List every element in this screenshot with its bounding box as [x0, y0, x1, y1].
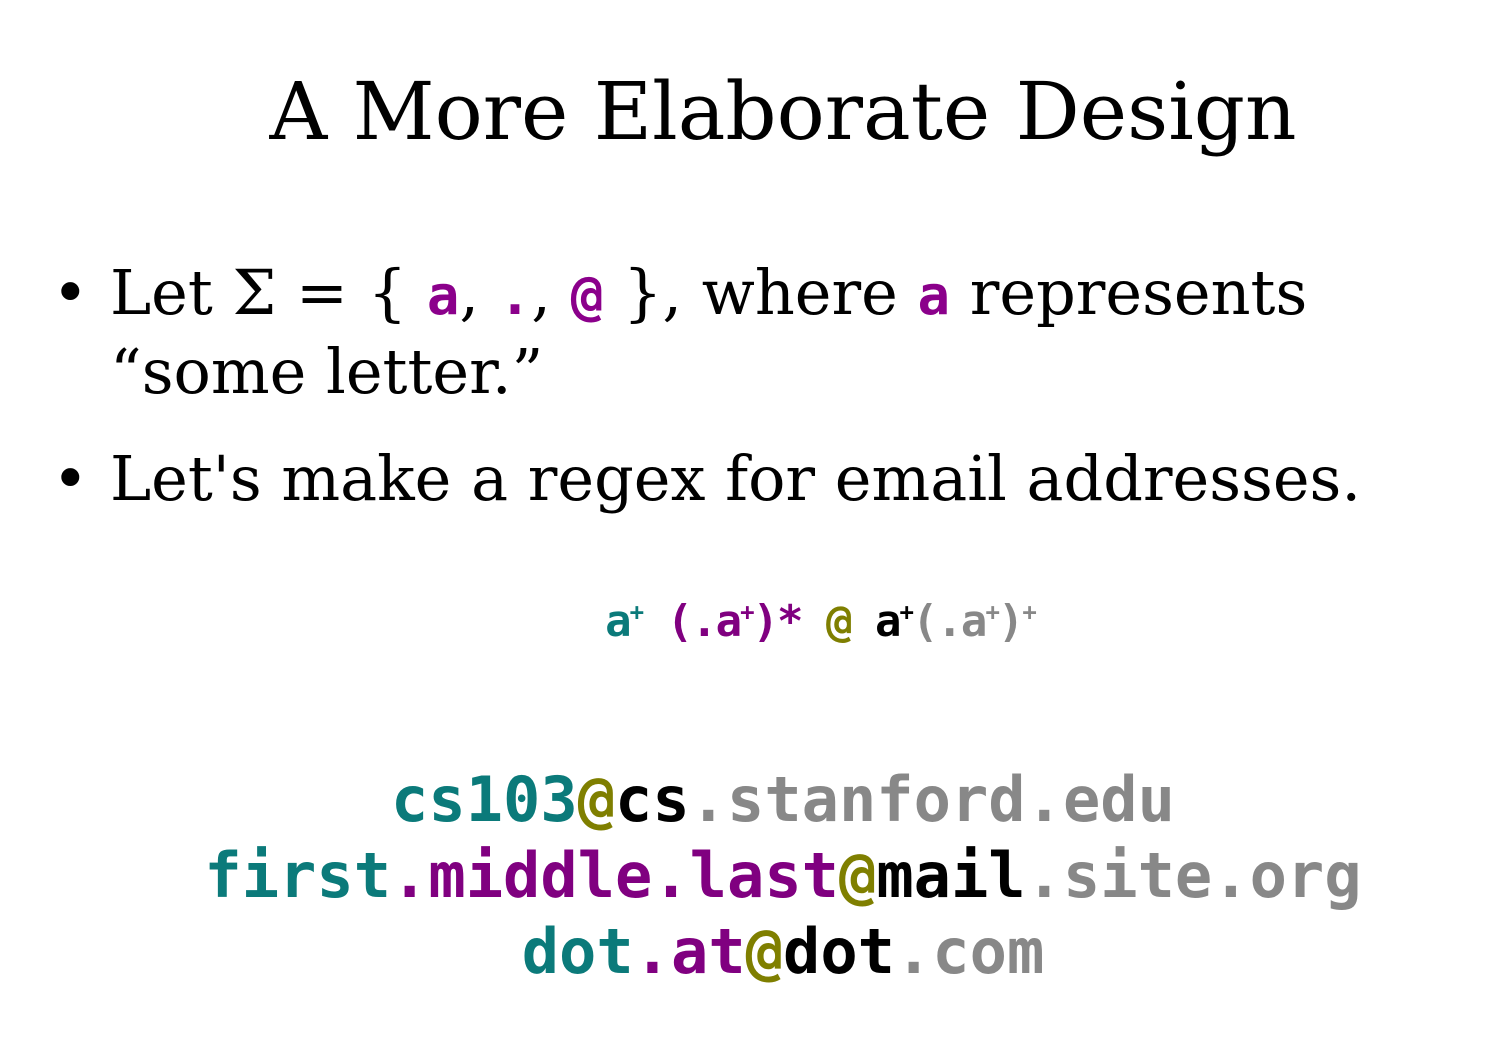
regex-plus: +: [1022, 598, 1037, 626]
email-local-first: dot: [521, 915, 634, 988]
regex-plus: +: [629, 598, 645, 626]
bullet-text: Let's make a regex for email addresses.: [110, 442, 1362, 515]
slide: A More Elaborate Design • Let Σ = { a, .,…: [0, 0, 1500, 1038]
regex-token: a: [605, 596, 631, 647]
regex-token: (.a: [642, 596, 742, 647]
regex-token: ): [997, 596, 1024, 647]
regex-tld: (.a+)+: [911, 596, 1037, 647]
regex-token: )*: [752, 596, 827, 647]
email-local-first: first: [204, 839, 392, 912]
bullet-alphabet: • Let Σ = { a, ., @ }, where a represents…: [52, 255, 1492, 410]
bullet-text-start: Let Σ = {: [110, 256, 427, 329]
email-at: @: [838, 839, 877, 912]
email-tld: .site.org: [1025, 839, 1362, 912]
email-examples: cs103@cs.stanford.edu first.middle.last@…: [0, 762, 1500, 990]
email-domain: dot: [783, 915, 895, 988]
regex-token: a: [850, 596, 901, 647]
separator-comma: ,: [531, 256, 571, 329]
separator-comma: ,: [459, 256, 499, 329]
email-local-first: cs103: [391, 763, 578, 836]
regex-at: @: [826, 596, 852, 647]
email-domain: cs: [615, 763, 690, 836]
symbol-dot: .: [498, 264, 532, 327]
regex-plus: +: [899, 598, 915, 626]
slide-title: A More Elaborate Design: [269, 65, 1297, 158]
regex-domain: a+: [850, 596, 915, 647]
email-tld: .stanford.edu: [689, 763, 1175, 836]
bullet-marker: •: [52, 442, 89, 515]
email-at: @: [745, 915, 783, 988]
bullet-list: • Let Σ = { a, ., @ }, where a represents…: [52, 255, 1492, 517]
symbol-at: @: [570, 264, 604, 327]
regex-token: (.a: [911, 596, 987, 647]
email-local-rest: .middle.last: [391, 839, 839, 912]
regex-local-rest: (.a+)*: [642, 596, 826, 647]
regex-plus: +: [985, 598, 1000, 626]
email-regex: a+ (.a+)* @ a+(.a+)+: [0, 592, 1500, 652]
email-domain: mail: [876, 839, 1026, 912]
email-local-rest: .at: [633, 915, 746, 988]
bullet-text-continuation: “some letter.”: [110, 335, 544, 408]
bullet-marker: •: [52, 256, 89, 329]
bullet-text-end: represents: [950, 256, 1308, 329]
email-at: @: [577, 763, 616, 836]
symbol-a-inline: a: [917, 264, 951, 327]
email-example-1: cs103@cs.stanford.edu: [0, 762, 1500, 838]
regex-plus: +: [740, 598, 755, 626]
email-example-2: first.middle.last@mail.site.org: [0, 838, 1500, 914]
regex-local-first: a+: [605, 596, 645, 647]
bullet-email-regex: • Let's make a regex for email addresses.: [52, 441, 1492, 517]
email-example-3: dot.at@dot.com: [0, 914, 1500, 990]
symbol-a: a: [426, 264, 460, 327]
bullet-text-middle: }, where: [603, 256, 918, 329]
email-tld: .com: [894, 915, 1045, 988]
